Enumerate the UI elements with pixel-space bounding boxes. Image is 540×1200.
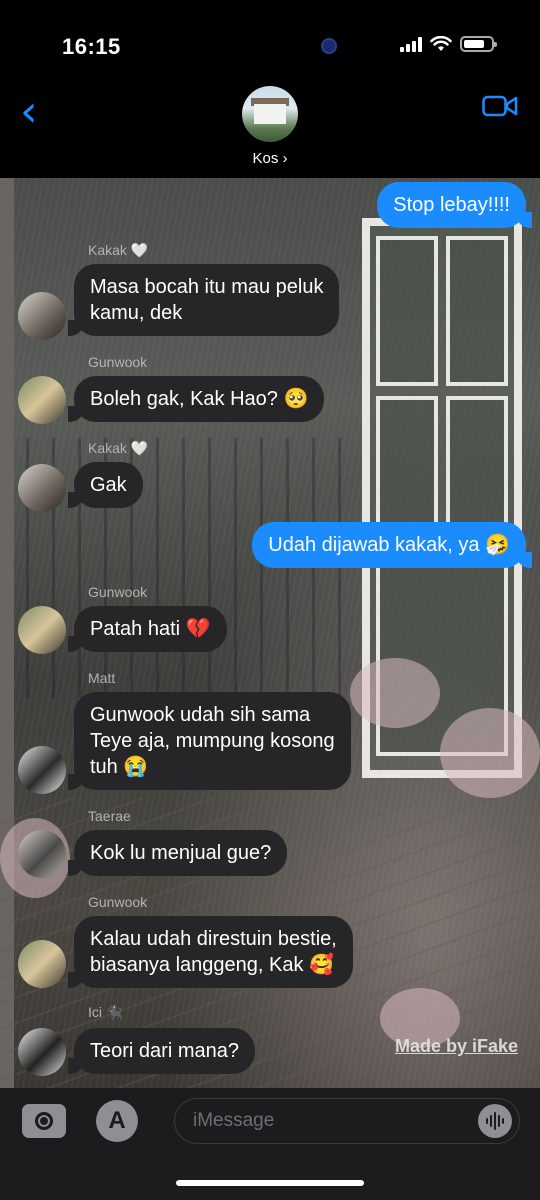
status-bar: 16:15	[0, 0, 540, 80]
sender-name: Gunwook	[88, 584, 148, 600]
message-bubble-outgoing[interactable]: Stop lebay!!!!	[377, 182, 532, 228]
cellular-signal-icon	[400, 36, 422, 52]
battery-fill	[464, 40, 484, 48]
message-bubble-incoming[interactable]: Teori dari mana?	[68, 1028, 255, 1074]
avatar-kakak[interactable]	[18, 292, 66, 340]
avatar-ici[interactable]	[18, 1028, 66, 1076]
avatar-gunwook[interactable]	[18, 940, 66, 988]
group-avatar[interactable]	[242, 86, 298, 142]
sender-name: Gunwook	[88, 354, 148, 370]
chevron-left-icon[interactable]: ‹	[20, 90, 38, 134]
message-input-bar: A	[0, 1088, 540, 1200]
audio-waveform-icon[interactable]	[478, 1104, 512, 1138]
wifi-icon	[430, 36, 452, 51]
avatar-matt[interactable]	[18, 746, 66, 794]
app-store-icon[interactable]: A	[96, 1100, 138, 1142]
avatar-kakak[interactable]	[18, 464, 66, 512]
camera-icon[interactable]	[22, 1104, 66, 1138]
status-icons	[400, 36, 497, 52]
message-bubble-incoming[interactable]: Masa bocah itu mau peluk kamu, dek	[67, 264, 340, 336]
avatar-gunwook[interactable]	[18, 376, 66, 424]
battery-icon	[460, 36, 497, 52]
message-bubble-incoming[interactable]: Kok lu menjual gue?	[67, 830, 288, 876]
group-name[interactable]: Kos ›	[0, 150, 540, 167]
message-bubble-outgoing[interactable]: Udah dijawab kakak, ya 🤧	[252, 522, 532, 568]
home-indicator[interactable]	[176, 1180, 364, 1186]
sender-name: Kakak 🤍	[88, 440, 149, 456]
sender-name: Ici 🐈‍⬛	[88, 1004, 124, 1020]
message-bubble-incoming[interactable]: Boleh gak, Kak Hao? 🥺	[67, 376, 325, 422]
watermark: Made by iFake	[394, 1036, 518, 1056]
message-list[interactable]: Stop lebay!!!! Kakak 🤍 Masa bocah itu ma…	[0, 178, 540, 1088]
message-input[interactable]	[174, 1098, 520, 1144]
message-bubble-incoming[interactable]: Gak	[68, 462, 143, 508]
avatar-gunwook[interactable]	[18, 606, 66, 654]
message-bubble-incoming[interactable]: Kalau udah direstuin bestie, biasanya la…	[68, 916, 353, 988]
camera-indicator-icon	[321, 38, 337, 54]
conversation-header: ‹ Kos ›	[0, 80, 540, 178]
avatar-taerae[interactable]	[18, 830, 66, 878]
sender-name: Kakak 🤍	[88, 242, 149, 258]
sender-name: Taerae	[88, 808, 131, 824]
sender-name: Matt	[88, 670, 116, 686]
message-bubble-incoming[interactable]: Patah hati 💔	[68, 606, 227, 652]
sender-name: Gunwook	[88, 894, 148, 910]
message-bubble-incoming[interactable]: Gunwook udah sih sama Teye aja, mumpung …	[68, 692, 351, 790]
status-time: 16:15	[62, 34, 121, 59]
video-camera-icon[interactable]	[482, 94, 518, 118]
